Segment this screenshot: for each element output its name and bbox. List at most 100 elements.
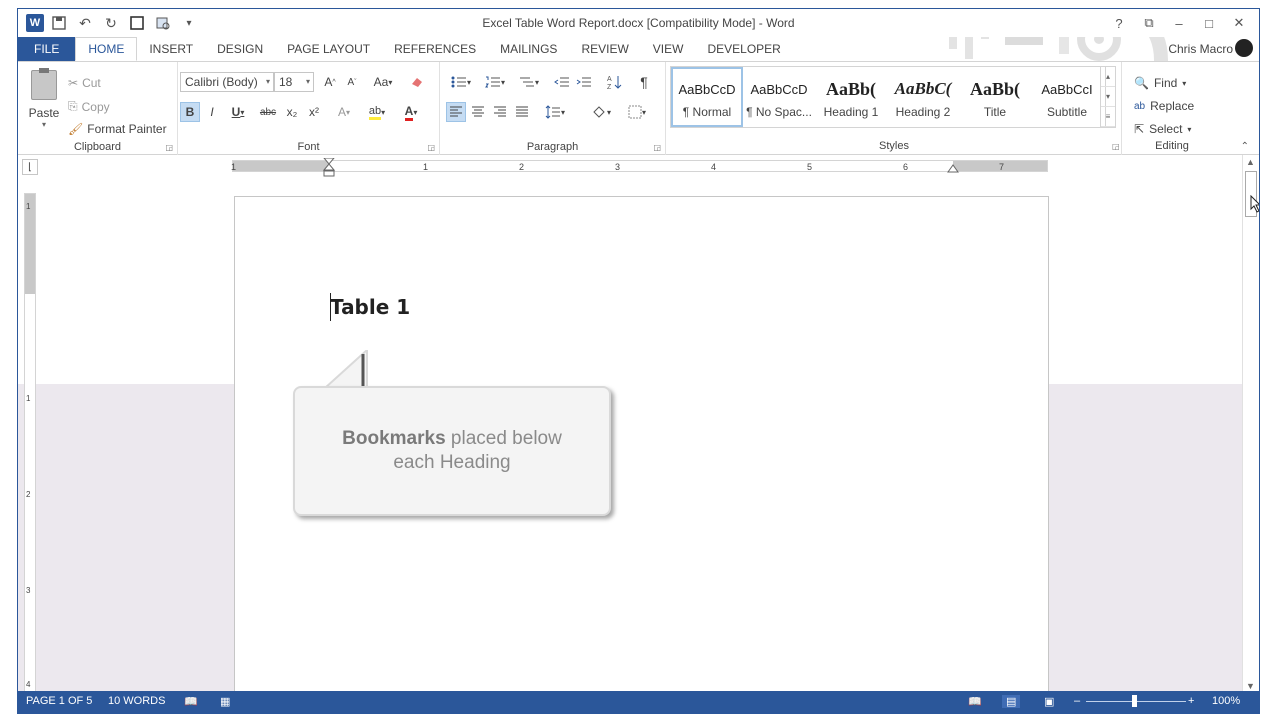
web-layout-icon[interactable]: ▣ [1044,695,1054,708]
collapse-ribbon-icon[interactable]: ⌃ [1241,141,1249,152]
font-size-select[interactable]: 18 ▾ [274,72,314,92]
line-spacing-button[interactable]: ▾ [540,102,570,122]
document-page[interactable]: Table 1 Bookmarks placed below each Head… [234,196,1049,696]
change-case-button[interactable]: Aa ▾ [368,72,398,92]
show-formatting-button[interactable]: ¶ [634,72,654,92]
tab-mailings[interactable]: MAILINGS [488,37,569,61]
ruler-mark: 4 [26,680,31,689]
vertical-ruler[interactable]: 1 1 2 3 4 [24,193,36,693]
document-heading[interactable]: Table 1 [330,295,410,319]
italic-button[interactable]: I [202,102,222,122]
borders-button[interactable]: ▾ [622,102,652,122]
tab-developer[interactable]: DEVELOPER [695,37,792,61]
zoom-in-icon[interactable]: + [1188,695,1194,707]
align-right-button[interactable] [490,102,510,122]
superscript-button[interactable]: x² [304,102,324,122]
tab-selector-icon[interactable]: ⌊ [22,159,38,175]
word-count[interactable]: 10 WORDS [108,695,165,707]
font-family-select[interactable]: Calibri (Body) ▾ [180,72,274,92]
zoom-slider-thumb[interactable] [1132,695,1137,707]
proofing-icon[interactable]: 📖 [184,695,198,708]
multilevel-list-icon [519,77,534,87]
tab-review[interactable]: REVIEW [569,37,640,61]
increase-indent-button[interactable] [574,72,594,92]
print-layout-icon[interactable]: ▤ [1002,695,1021,708]
ruler-area: ⌊ 1 1 2 3 4 5 6 7 [18,155,1259,181]
bullets-button[interactable]: ▾ [446,72,476,92]
vertical-scrollbar[interactable]: ▲ ▼ [1242,155,1258,693]
tab-references[interactable]: REFERENCES [382,37,488,61]
avatar[interactable] [1235,39,1253,57]
callout-bold-text: Bookmarks [342,428,446,449]
style-sample: AaBb( [969,78,1020,99]
style-heading-1[interactable]: AaBb( Heading 1 [815,67,887,127]
copy-button[interactable]: ⎘ Copy [68,99,110,114]
justify-icon [516,106,528,117]
tab-view[interactable]: VIEW [641,37,696,61]
replace-button[interactable]: ab Replace [1134,99,1194,113]
right-indent-marker-icon[interactable] [947,163,959,173]
styles-group-label: Styles [879,140,909,152]
style-normal[interactable]: AaBbCcD ¶ Normal [671,67,743,127]
justify-button[interactable] [512,102,532,122]
tab-design[interactable]: DESIGN [205,37,275,61]
horizontal-ruler[interactable]: 1 1 2 3 4 5 6 7 [231,158,1048,177]
cut-button[interactable]: ✂ Cut [68,76,101,90]
shading-button[interactable]: ▾ [586,102,616,122]
strikethrough-button[interactable]: abc [256,102,280,122]
zoom-out-icon[interactable]: – [1074,695,1080,707]
select-label: Select [1149,122,1183,136]
chevron-down-icon[interactable]: ▾ [1101,87,1115,107]
align-left-icon [450,106,462,117]
font-launcher-icon[interactable]: ◲ [427,143,435,152]
read-mode-icon[interactable]: 📖 [968,695,982,708]
tab-page-layout[interactable]: PAGE LAYOUT [275,37,382,61]
text-effects-button[interactable]: A ▾ [330,102,358,122]
maximize-icon[interactable]: □ [1195,12,1223,34]
style-title[interactable]: AaBb( Title [959,67,1031,127]
close-icon[interactable]: ✕ [1225,12,1253,34]
paste-button[interactable]: Paste ▾ [28,68,60,129]
styles-gallery: AaBbCcD ¶ Normal AaBbCcD ¶ No Spac... Aa… [670,66,1106,128]
page-count[interactable]: PAGE 1 OF 5 [26,695,92,707]
font-color-button[interactable]: A ▾ [396,102,426,122]
align-left-button[interactable] [446,102,466,122]
zoom-level[interactable]: 100% [1212,695,1240,707]
align-center-button[interactable] [468,102,488,122]
clipboard-launcher-icon[interactable]: ◲ [165,143,173,152]
scroll-up-icon[interactable]: ▲ [1246,157,1255,167]
tab-file[interactable]: FILE [18,37,76,61]
paragraph-launcher-icon[interactable]: ◲ [653,143,661,152]
format-painter-button[interactable]: 🖌 Format Painter [68,122,167,136]
replace-icon: ab [1134,100,1146,112]
style-no-spacing[interactable]: AaBbCcD ¶ No Spac... [743,67,815,127]
macro-recording-icon[interactable]: ▦ [220,695,230,708]
shrink-font-button[interactable]: Aˇ [342,72,362,92]
bold-button[interactable]: B [180,102,200,122]
chevron-up-icon[interactable]: ▴ [1101,67,1115,87]
decrease-indent-button[interactable] [552,72,572,92]
tab-insert[interactable]: INSERT [137,37,205,61]
user-name[interactable]: Chris Macro [1168,42,1233,56]
more-styles-icon[interactable]: ≡ [1101,107,1115,127]
clear-formatting-button[interactable] [406,72,428,92]
highlight-button[interactable]: ab ▾ [362,102,392,122]
styles-launcher-icon[interactable]: ◲ [1112,142,1120,151]
indent-marker-icon[interactable] [323,158,335,180]
underline-button[interactable]: U ▾ [224,102,252,122]
subscript-button[interactable]: x₂ [282,102,302,122]
tab-home[interactable]: HOME [75,37,138,61]
select-button[interactable]: ⇱ Select ▾ [1134,122,1191,136]
minimize-icon[interactable]: – [1165,12,1193,34]
numbering-button[interactable]: ▾ [480,72,510,92]
help-icon[interactable]: ? [1105,12,1133,34]
scroll-down-icon[interactable]: ▼ [1246,681,1255,691]
style-subtitle[interactable]: AaBbCcI Subtitle [1031,67,1103,127]
ribbon-display-options-icon[interactable]: ⧉ [1135,12,1163,34]
find-button[interactable]: 🔍 Find ▾ [1134,76,1186,90]
grow-font-button[interactable]: A ^ [320,72,340,92]
multilevel-list-button[interactable]: ▾ [514,72,544,92]
binoculars-icon: 🔍 [1134,76,1149,90]
sort-button[interactable]: AZ [604,72,624,92]
style-heading-2[interactable]: AaBbC( Heading 2 [887,67,959,127]
